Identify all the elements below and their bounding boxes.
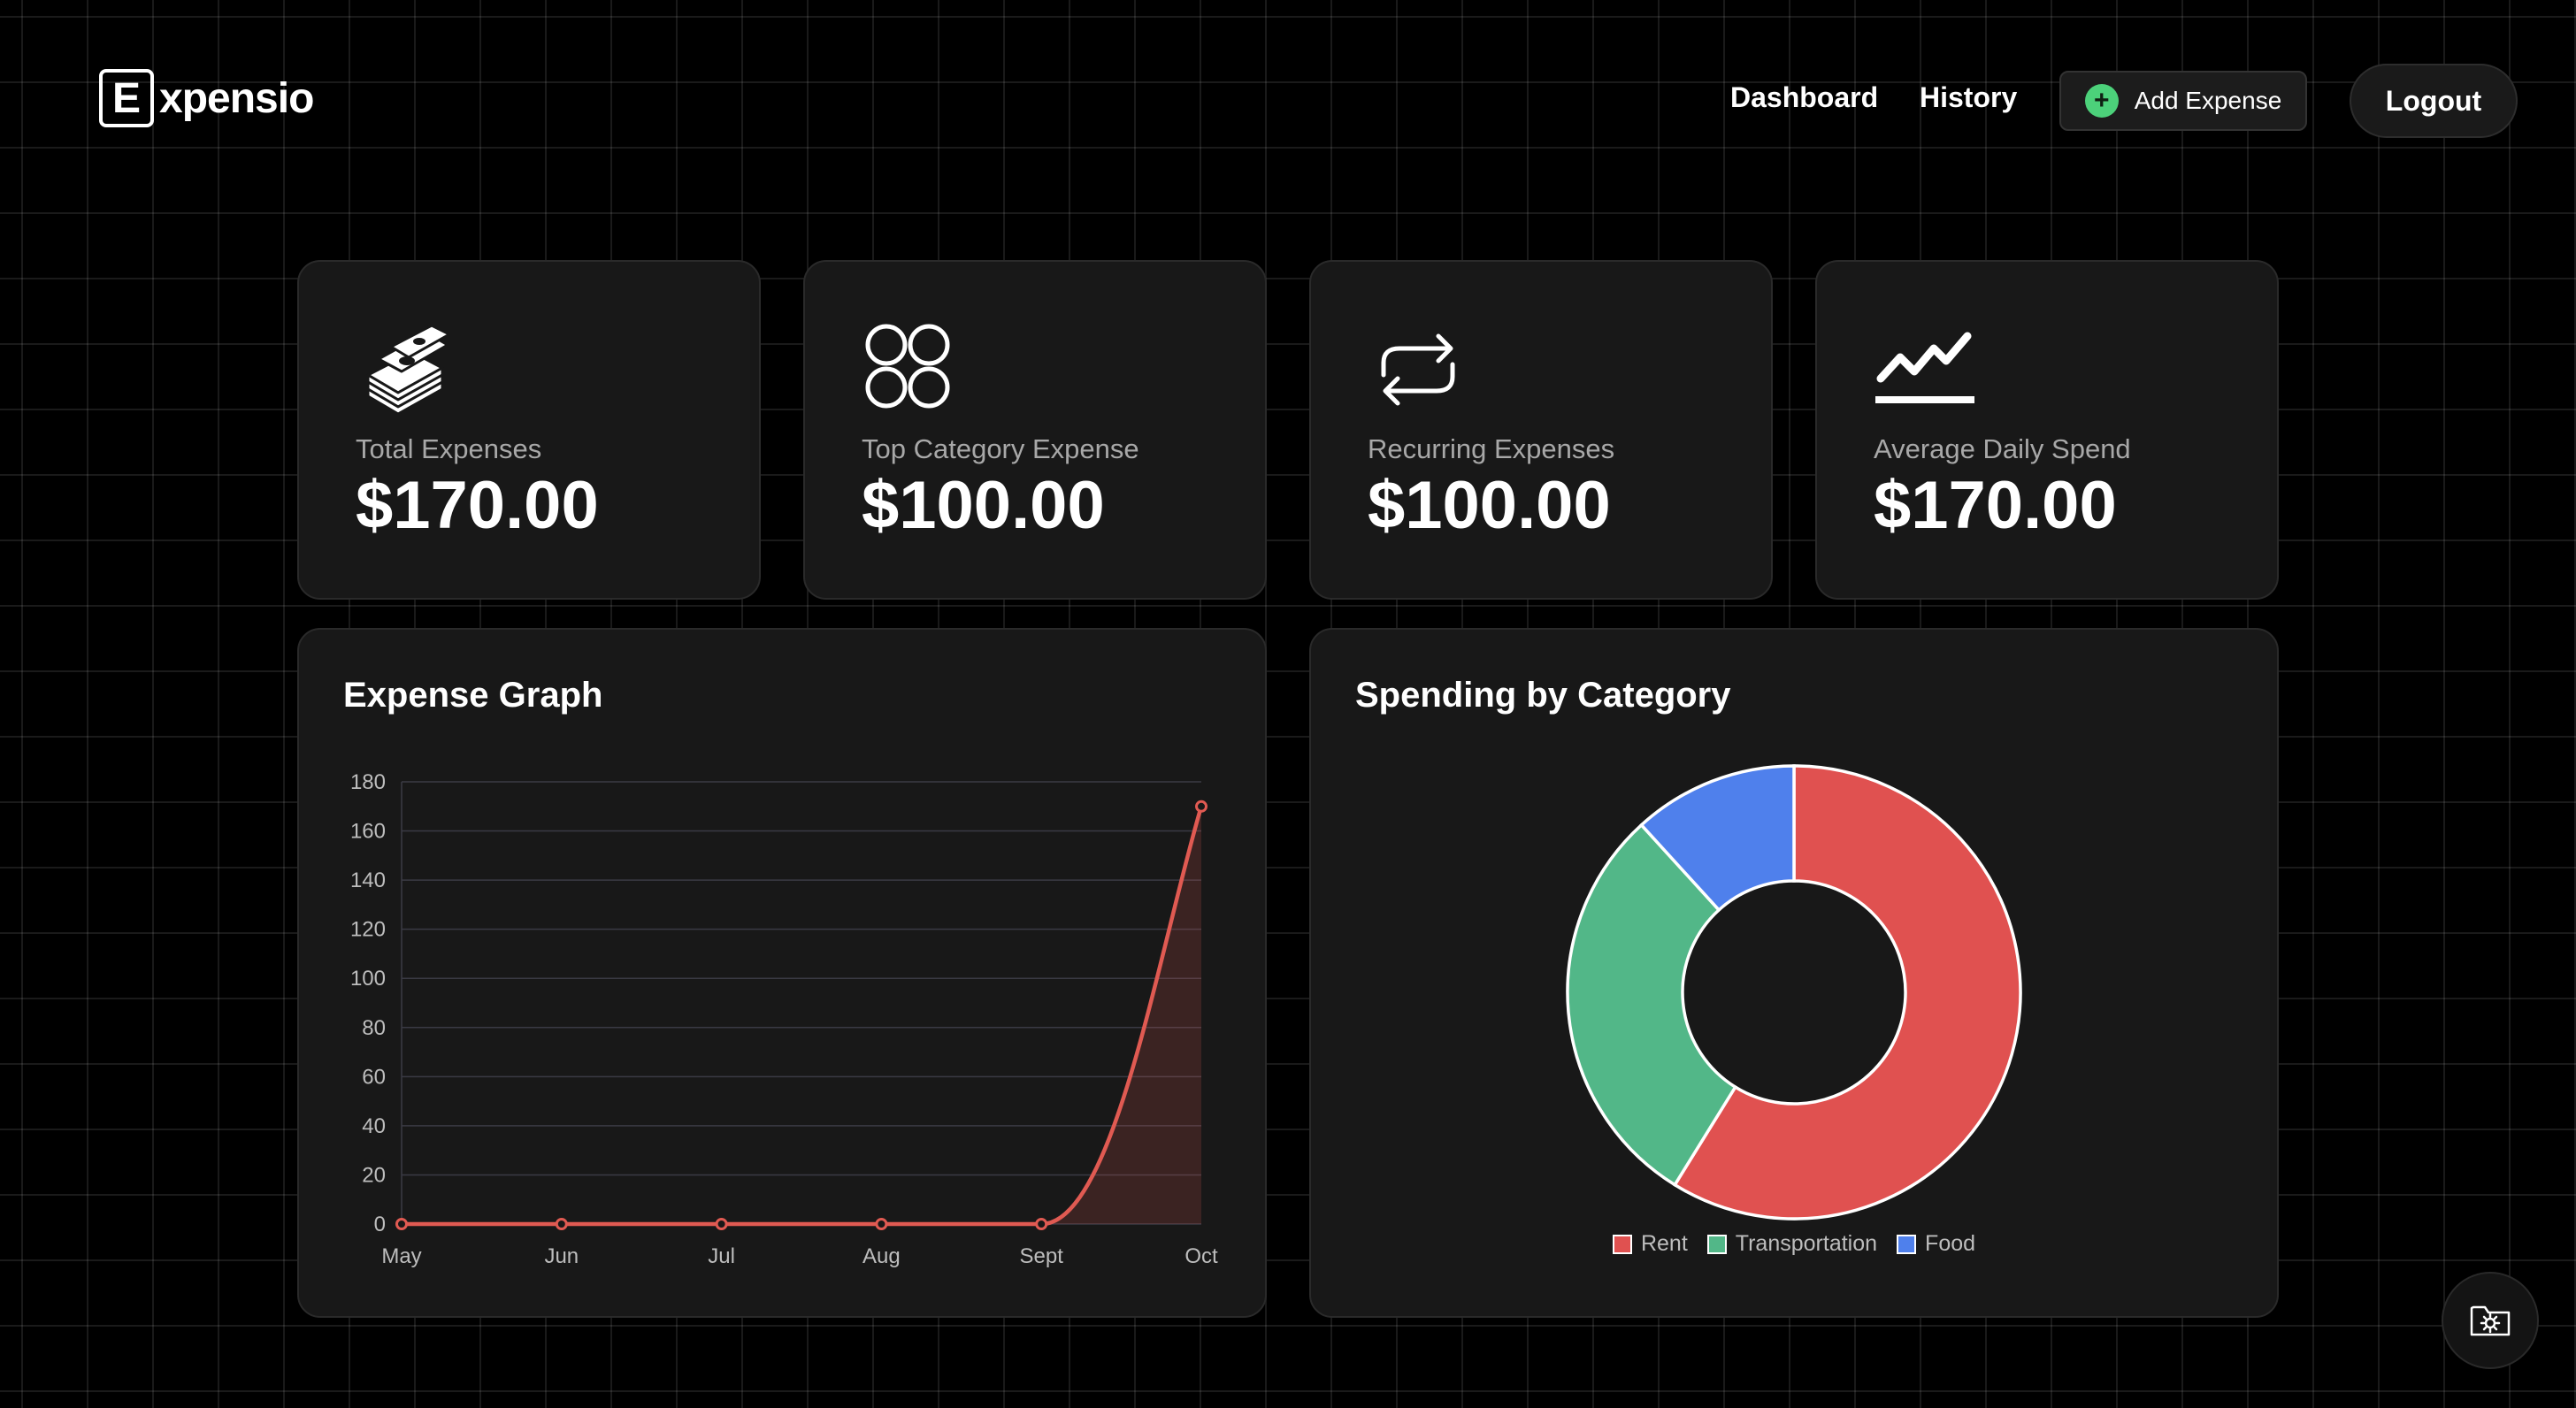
stat-value: $100.00 [1368, 468, 1611, 543]
category-grid-icon [865, 324, 950, 409]
x-tick-label: Jun [544, 1244, 579, 1268]
legend-swatch [1706, 1234, 1727, 1254]
stat-label: Average Daily Spend [1874, 433, 2131, 464]
y-tick-label: 0 [374, 1213, 386, 1236]
chart-legend: Rent Transportation Food [1311, 1231, 2277, 1257]
stat-card-recurring: Recurring Expenses $100.00 [1309, 260, 1773, 600]
data-point [555, 1218, 568, 1230]
x-tick-label: Oct [1184, 1244, 1218, 1268]
legend-item[interactable]: Rent [1612, 1231, 1688, 1257]
legend-label: Transportation [1735, 1231, 1878, 1256]
logo-text: xpensio [159, 74, 314, 122]
stat-card-average-daily: Average Daily Spend $170.00 [1815, 260, 2279, 600]
add-expense-label: Add Expense [2134, 87, 2282, 114]
stat-value: $100.00 [862, 468, 1105, 543]
stat-card-total-expenses: Total Expenses $170.00 [297, 260, 761, 600]
legend-item[interactable]: Food [1897, 1231, 1975, 1257]
y-tick-label: 20 [362, 1163, 386, 1187]
data-point [395, 1218, 408, 1230]
plus-icon: + [2084, 84, 2119, 118]
y-tick-label: 160 [350, 820, 386, 844]
stat-value: $170.00 [1874, 468, 2117, 543]
legend-swatch [1897, 1234, 1917, 1254]
legend-label: Rent [1640, 1231, 1688, 1256]
logo-mark: E [99, 69, 154, 127]
x-tick-label: Sept [1020, 1244, 1064, 1268]
nav-dashboard-link[interactable]: Dashboard [1730, 81, 1878, 114]
legend-swatch [1612, 1234, 1632, 1254]
spending-by-category-card: Spending by Category Rent Transportation F… [1309, 628, 2279, 1318]
y-tick-label: 100 [350, 967, 386, 991]
category-doughnut-chart [1566, 764, 2022, 1221]
y-tick-label: 140 [350, 869, 386, 892]
stat-label: Total Expenses [356, 433, 542, 464]
settings-fab-button[interactable] [2442, 1272, 2539, 1369]
data-point [1195, 800, 1208, 813]
series-area [402, 806, 1201, 1224]
expense-line-chart: 0 20 40 60 80 100 120 140 160 180 May Jun Jul Aug Sept… [350, 770, 1218, 1268]
stat-card-top-category: Top Category Expense $100.00 [803, 260, 1267, 600]
x-tick-label: Jul [708, 1244, 735, 1268]
legend-label: Food [1925, 1231, 1976, 1256]
y-tick-label: 80 [362, 1016, 386, 1040]
data-point [715, 1218, 728, 1230]
x-tick-label: May [381, 1244, 421, 1268]
data-point [875, 1218, 888, 1230]
y-tick-label: 40 [362, 1114, 386, 1138]
legend-item[interactable]: Transportation [1706, 1231, 1878, 1257]
x-tick-label: Aug [862, 1244, 901, 1268]
stat-label: Recurring Expenses [1368, 433, 1615, 464]
folder-settings-icon [2470, 1305, 2511, 1336]
nav-history-link[interactable]: History [1920, 81, 2017, 114]
add-expense-button[interactable]: + Add Expense [2059, 71, 2307, 131]
trend-line-icon [1875, 332, 1974, 403]
expense-graph-card: Expense Graph 0 20 40 60 80 100 120 140 160 180 Ma… [297, 628, 1267, 1318]
y-tick-label: 180 [350, 770, 386, 794]
stat-value: $170.00 [356, 468, 599, 543]
repeat-icon [1381, 333, 1455, 406]
y-tick-label: 120 [350, 918, 386, 942]
stat-label: Top Category Expense [862, 433, 1139, 464]
series-line [402, 806, 1204, 1227]
brand-logo[interactable]: E xpensio [99, 69, 314, 127]
y-tick-label: 60 [362, 1065, 386, 1089]
data-point [1035, 1218, 1048, 1230]
money-stack-icon [366, 324, 451, 416]
logout-button[interactable]: Logout [2350, 64, 2518, 138]
